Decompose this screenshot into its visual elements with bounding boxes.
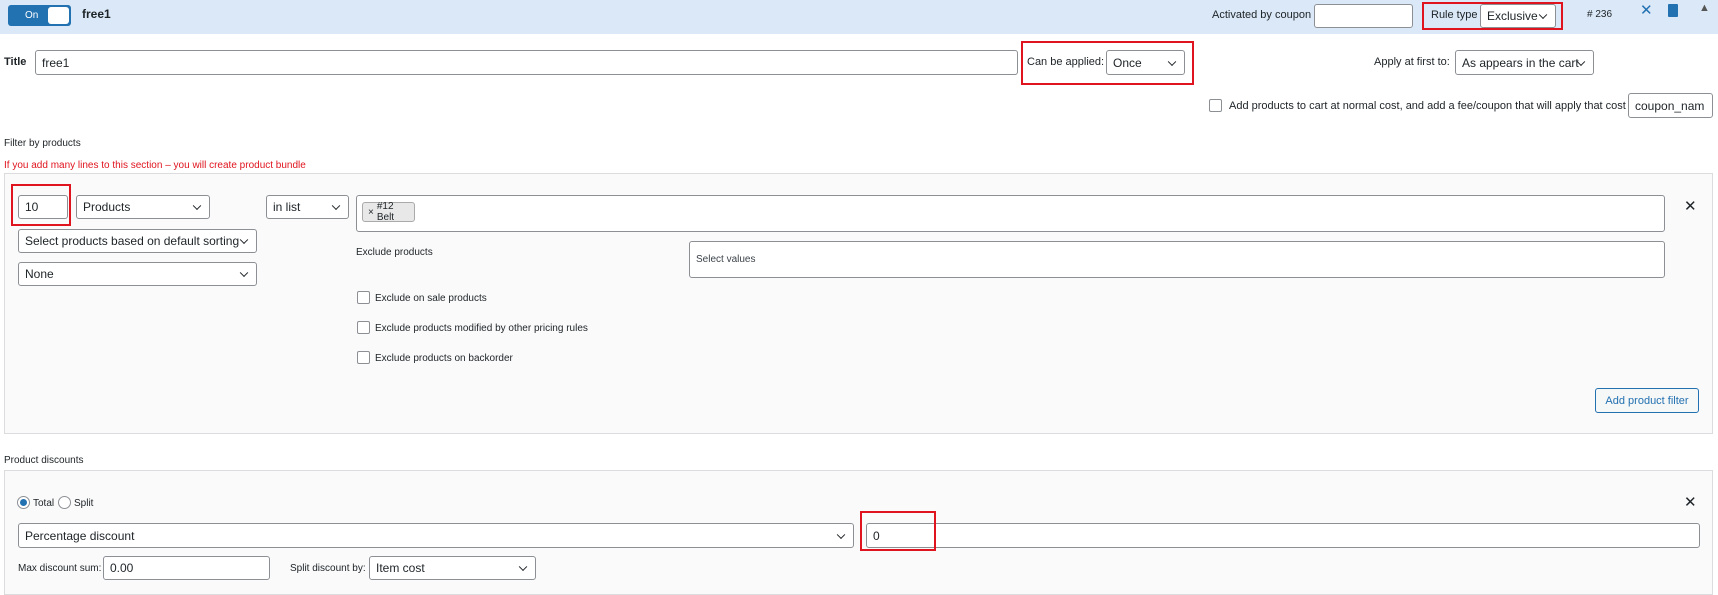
exclude-backorder-checkbox[interactable]: [357, 351, 370, 364]
chevron-down-icon: [1167, 57, 1177, 66]
radio-split-label: Split: [74, 498, 94, 509]
chevron-down-icon: [331, 201, 341, 211]
copy-icon[interactable]: [1668, 4, 1678, 17]
sorting-select[interactable]: Select products based on default sorting: [18, 229, 257, 253]
exclude-products-label: Exclude products: [356, 247, 433, 258]
discount-type-value: Percentage discount: [25, 528, 135, 543]
can-be-applied-label: Can be applied:: [1027, 56, 1105, 68]
split-by-value: Item cost: [376, 561, 425, 575]
remove-filter-icon[interactable]: ✕: [1684, 197, 1697, 215]
rule-type-select[interactable]: Exclusive: [1480, 4, 1556, 28]
qty-input[interactable]: 10: [18, 195, 68, 219]
product-tag[interactable]: × #12 Belt: [362, 201, 415, 223]
chevron-down-icon: [836, 530, 846, 539]
product-list-field[interactable]: [356, 195, 1665, 232]
none-select[interactable]: None: [18, 262, 257, 286]
discount-amount-highlight: [860, 511, 936, 551]
filter-method-select[interactable]: in list: [266, 195, 349, 219]
rule-name: free1: [82, 7, 111, 21]
sorting-value: Select products based on default sorting: [25, 234, 240, 248]
chevron-down-icon: [239, 235, 249, 245]
coupon-input[interactable]: [1314, 4, 1413, 28]
chevron-down-icon: [1538, 10, 1548, 20]
coupon-label: Activated by coupon: [1212, 9, 1312, 21]
rule-type-value: Exclusive: [1487, 9, 1538, 23]
title-input[interactable]: free1: [35, 50, 1018, 75]
none-value: None: [25, 267, 54, 281]
exclude-modified-label: Exclude products modified by other prici…: [375, 323, 588, 334]
exclude-sale-label: Exclude on sale products: [375, 293, 487, 304]
chevron-down-icon: [192, 201, 202, 211]
max-sum-input[interactable]: 0.00: [103, 556, 270, 580]
tag-label: #12 Belt: [376, 201, 395, 223]
tag-remove-icon[interactable]: ×: [368, 207, 374, 218]
close-icon[interactable]: ✕: [1640, 1, 1653, 19]
collapse-icon[interactable]: ▲: [1699, 2, 1710, 14]
add-products-label: Add products to cart at normal cost, and…: [1229, 100, 1626, 112]
can-be-applied-value: Once: [1113, 55, 1142, 70]
title-label: Title: [4, 56, 27, 68]
exclude-sale-checkbox[interactable]: [357, 291, 370, 304]
radio-total[interactable]: [17, 496, 30, 509]
max-sum-label: Max discount sum:: [18, 563, 102, 574]
filter-type-select[interactable]: Products: [76, 195, 210, 219]
split-by-label: Split discount by:: [290, 563, 366, 574]
rule-enable-toggle[interactable]: On: [8, 5, 71, 26]
exclude-modified-checkbox[interactable]: [357, 321, 370, 334]
radio-split[interactable]: [58, 496, 71, 509]
can-be-applied-select[interactable]: Once: [1106, 50, 1185, 75]
exclude-backorder-label: Exclude products on backorder: [375, 353, 513, 364]
add-products-checkbox[interactable]: [1209, 99, 1222, 112]
toggle-knob: [48, 7, 69, 24]
apply-first-select[interactable]: As appears in the cart: [1455, 50, 1594, 75]
remove-discount-icon[interactable]: ✕: [1684, 493, 1697, 511]
rule-id: # 236: [1587, 9, 1613, 20]
discount-amount-input[interactable]: 0: [866, 523, 1700, 548]
filter-method-value: in list: [273, 200, 301, 214]
rule-type-label: Rule type: [1431, 9, 1478, 21]
coupon-name-input[interactable]: coupon_nam: [1628, 93, 1713, 118]
exclude-products-select[interactable]: Select values: [689, 241, 1665, 278]
chevron-down-icon: [518, 562, 528, 572]
radio-total-label: Total: [33, 498, 55, 509]
filter-type-value: Products: [83, 200, 131, 214]
toggle-label: On: [25, 10, 39, 21]
add-product-filter-button[interactable]: Add product filter: [1595, 388, 1699, 413]
apply-first-label: Apply at first to:: [1374, 56, 1450, 68]
apply-first-value: As appears in the cart: [1462, 55, 1579, 70]
bundle-warning: If you add many lines to this section – …: [4, 160, 306, 171]
filter-section-label: Filter by products: [4, 138, 81, 149]
chevron-down-icon: [239, 268, 249, 278]
split-by-select[interactable]: Item cost: [369, 556, 536, 580]
discount-section-label: Product discounts: [4, 455, 84, 466]
discount-type-select[interactable]: Percentage discount: [18, 523, 854, 548]
